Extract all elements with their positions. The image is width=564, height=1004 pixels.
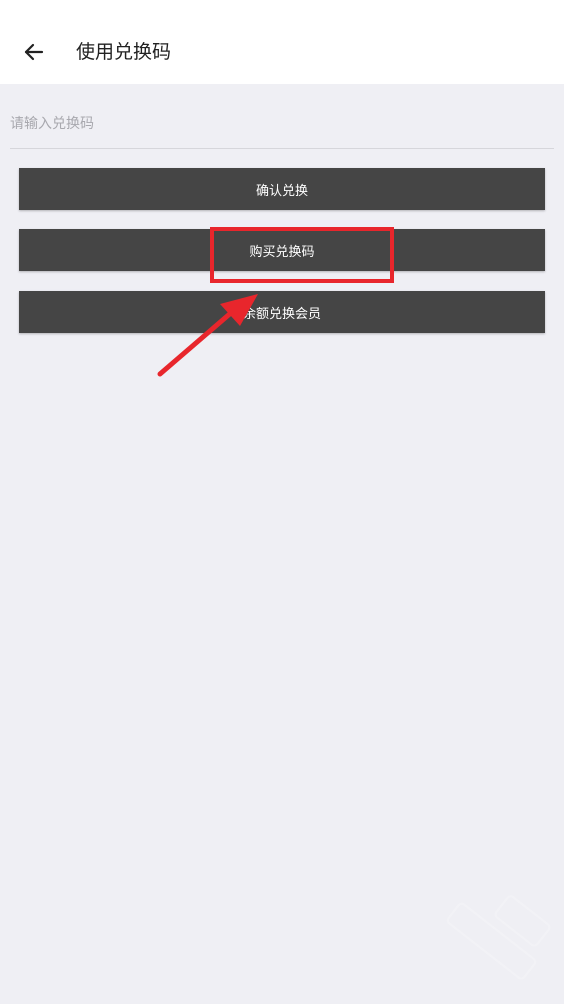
buy-redeem-code-button[interactable]: 购买兑换码 (19, 229, 545, 271)
page-title: 使用兑换码 (76, 41, 172, 63)
balance-redeem-membership-button[interactable]: 余额兑换会员 (19, 291, 545, 333)
arrow-left-icon (24, 43, 44, 61)
redeem-code-field (10, 104, 554, 149)
app-header: 使用兑换码 (0, 0, 564, 84)
watermark-logo (446, 895, 551, 980)
confirm-redeem-button[interactable]: 确认兑换 (19, 168, 545, 210)
redeem-code-input[interactable] (10, 104, 554, 144)
back-button[interactable] (14, 32, 54, 72)
